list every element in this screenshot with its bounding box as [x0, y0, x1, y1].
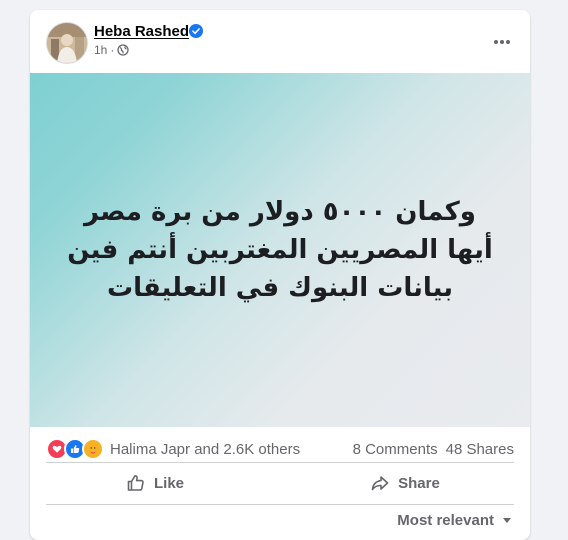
share-arrow-icon [371, 476, 389, 491]
post-header: Heba Rashed 1h · [30, 10, 530, 73]
post-time[interactable]: 1h [94, 43, 107, 57]
avatar-image [47, 23, 87, 63]
like-button[interactable]: Like [30, 463, 280, 503]
comments-sort-dropdown[interactable]: Most relevant [397, 512, 512, 529]
care-reaction-icon [82, 438, 104, 460]
author-avatar[interactable] [46, 22, 88, 64]
like-label: Like [153, 474, 184, 492]
post-text: وكمان ٥٠٠٠ دولار من برة مصر أيها المصريي… [60, 193, 500, 307]
share-label: Share [398, 474, 440, 492]
post-card: Heba Rashed 1h · وكمان ٥٠٠٠ دولار من برة… [30, 10, 530, 540]
more-dots-icon [494, 40, 510, 44]
meta-separator: · [110, 43, 115, 57]
engagement-counts: 8 Comments 48 Shares [353, 441, 514, 458]
post-text-line: بيانات البنوك في التعليقات [106, 273, 454, 303]
comments-sort-label: Most relevant [397, 512, 494, 529]
chevron-down-icon [503, 518, 511, 523]
reaction-icons[interactable] [46, 438, 104, 460]
post-text-line: أيها المصريين المغتربين أنتم فين [67, 235, 493, 265]
share-button[interactable]: Share [280, 463, 530, 503]
divider [46, 504, 514, 505]
reactors-text[interactable]: Halima Japr and 2.6K others [110, 441, 300, 458]
shares-count[interactable]: 48 Shares [446, 441, 514, 458]
post-text-line: وكمان ٥٠٠٠ دولار من برة مصر [84, 197, 476, 227]
author-name[interactable]: Heba Rashed [94, 23, 189, 40]
post-meta: 1h · [94, 43, 130, 57]
post-text-background[interactable]: وكمان ٥٠٠٠ دولار من برة مصر أيها المصريي… [30, 73, 530, 427]
comments-count[interactable]: 8 Comments [353, 441, 438, 458]
more-options-button[interactable] [486, 26, 518, 58]
verified-badge-icon [189, 24, 203, 38]
action-bar: Like Share [30, 463, 530, 503]
thumbs-up-icon [127, 475, 144, 491]
globe-icon [117, 44, 130, 56]
